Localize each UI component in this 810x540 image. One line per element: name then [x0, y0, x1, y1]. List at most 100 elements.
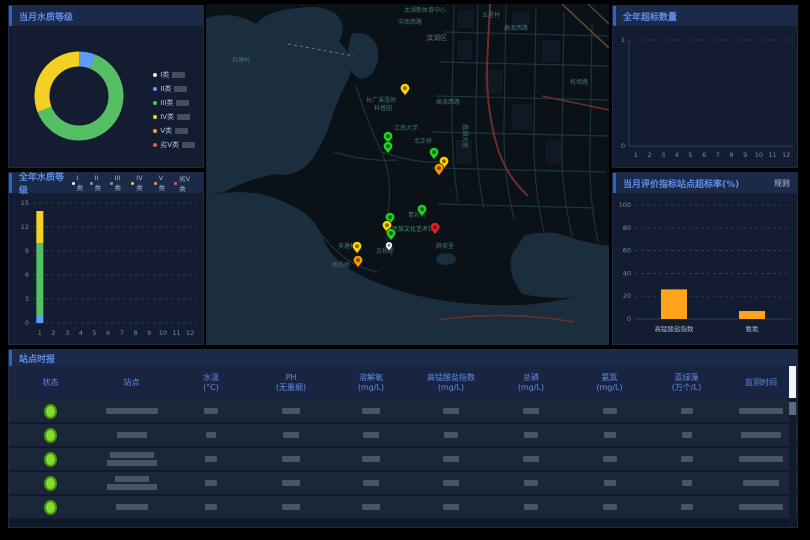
panel-annual-exceed: 全年超标数量 01123456789101112	[612, 5, 798, 168]
stacked-bar-segment-III类	[36, 243, 43, 315]
map-label: 南杨桥	[332, 261, 350, 269]
station-cell	[92, 476, 171, 490]
status-cell	[9, 428, 92, 443]
x-tick-label: 8	[729, 151, 733, 159]
redacted-station-name	[107, 484, 157, 490]
rules-link[interactable]: 规则	[774, 178, 790, 189]
redacted-value	[681, 456, 693, 462]
panel-annual-grade: 全年水质等级 I类II类III类IV类V类劣V类 036912151234567…	[8, 172, 204, 345]
redacted-legend-value	[177, 114, 190, 120]
value-cell	[171, 432, 251, 438]
legend-item[interactable]: II类	[90, 173, 105, 193]
value-cell	[331, 456, 411, 462]
redacted-value	[206, 432, 216, 438]
legend-item[interactable]: 劣V类	[174, 173, 196, 193]
column-header-line2: (°C)	[171, 383, 251, 393]
status-cell	[9, 404, 92, 419]
value-cell	[491, 432, 571, 438]
table-rows	[9, 400, 797, 520]
value-cell	[571, 456, 648, 462]
legend-item[interactable]: III类	[110, 173, 127, 193]
rate-bar-高锰酸盐指数	[661, 289, 687, 319]
redacted-value	[204, 408, 218, 414]
redacted-station-name	[115, 476, 149, 482]
x-tick-label: 9	[147, 329, 151, 337]
legend-label: V类	[159, 174, 170, 192]
legend-item[interactable]: I类	[72, 173, 85, 193]
status-indicator	[44, 452, 57, 467]
legend-dot	[153, 129, 157, 133]
legend-item[interactable]: IV类	[131, 173, 148, 193]
y-tick-label: 12	[21, 223, 29, 231]
redacted-legend-value	[172, 72, 185, 78]
redacted-value	[603, 408, 617, 414]
redacted-value	[363, 480, 379, 486]
redacted-value	[603, 504, 617, 510]
redacted-value	[739, 504, 783, 510]
table-row[interactable]	[9, 424, 797, 446]
table-row[interactable]	[9, 448, 797, 470]
column-header-8: 氨氮(mg/L)	[571, 373, 648, 394]
redacted-value	[362, 456, 380, 462]
x-tick-label: 12	[782, 151, 790, 159]
redacted-legend-value	[182, 142, 195, 148]
donut-legend: I类 II类 III类 IV类 V类劣V类	[153, 70, 195, 150]
legend-dot	[131, 182, 134, 185]
value-cell	[331, 480, 411, 486]
map-label: 滨湖区	[426, 33, 447, 42]
legend-item[interactable]: V类	[153, 126, 195, 136]
column-header-line1: 高锰酸盐指数	[411, 373, 491, 383]
table-scrollbar-thumb-secondary[interactable]	[789, 402, 796, 415]
table-scrollbar-thumb[interactable]	[789, 366, 796, 398]
panel-monthly-rate: 当月评价指标站点超标率(%) 规则 020406080100高锰酸盐指数氨氮	[612, 172, 798, 345]
legend-dot	[153, 73, 157, 77]
redacted-value	[362, 504, 380, 510]
value-cell	[648, 456, 725, 462]
value-cell	[171, 456, 251, 462]
status-cell	[9, 476, 92, 491]
legend-label: II类	[95, 174, 105, 192]
legend-dot	[90, 182, 93, 185]
redacted-value	[741, 432, 781, 438]
legend-item[interactable]: III类	[153, 98, 195, 108]
redacted-value	[362, 408, 380, 414]
x-tick-label: 5	[688, 151, 692, 159]
redacted-value	[363, 432, 379, 438]
table-scrollbar-track[interactable]	[789, 366, 796, 524]
rate-bar-chart: 020406080100高锰酸盐指数氨氮	[613, 193, 797, 344]
map-canvas[interactable]: 石塘村太湖新体育中心中南西路滨湖区五星村高浪西路长广溪湿地科普园江南大学高浪西路…	[206, 4, 609, 345]
table-row[interactable]	[9, 472, 797, 494]
legend-item[interactable]: 劣V类	[153, 140, 195, 150]
y-tick-label: 100	[619, 201, 631, 209]
map-label: 民族文化艺术馆	[392, 225, 434, 233]
value-cell	[411, 480, 491, 486]
y-tick-label: 20	[623, 292, 631, 300]
value-cell	[571, 408, 648, 414]
legend-label: II类	[160, 84, 171, 94]
table-row[interactable]	[9, 496, 797, 518]
x-tick-label: 4	[675, 151, 679, 159]
value-cell	[331, 408, 411, 414]
value-cell	[571, 504, 648, 510]
rate-bar-氨氮	[739, 311, 765, 319]
redacted-legend-value	[174, 86, 187, 92]
legend-item[interactable]: II类	[153, 84, 195, 94]
legend-item[interactable]: V类	[154, 173, 169, 193]
x-tick-label: 1	[38, 329, 42, 337]
legend-item[interactable]: I类	[153, 70, 195, 80]
legend-dot	[153, 87, 157, 91]
legend-item[interactable]: IV类	[153, 112, 195, 122]
column-header-line1: 监测时间	[725, 378, 797, 388]
table-row[interactable]	[9, 400, 797, 422]
map-panel: 石塘村太湖新体育中心中南西路滨湖区五星村高浪西路长广溪湿地科普园江南大学高浪西路…	[206, 4, 609, 345]
value-cell	[571, 480, 648, 486]
y-tick-label: 40	[623, 269, 631, 277]
y-tick-label: 60	[623, 247, 631, 255]
redacted-value	[524, 504, 538, 510]
value-cell	[251, 456, 331, 462]
redacted-legend-value	[176, 100, 189, 106]
legend-dot	[110, 182, 113, 185]
x-tick-label: 12	[186, 329, 194, 337]
redacted-value	[205, 480, 217, 486]
stacked-bar-segment-II类	[36, 315, 43, 323]
